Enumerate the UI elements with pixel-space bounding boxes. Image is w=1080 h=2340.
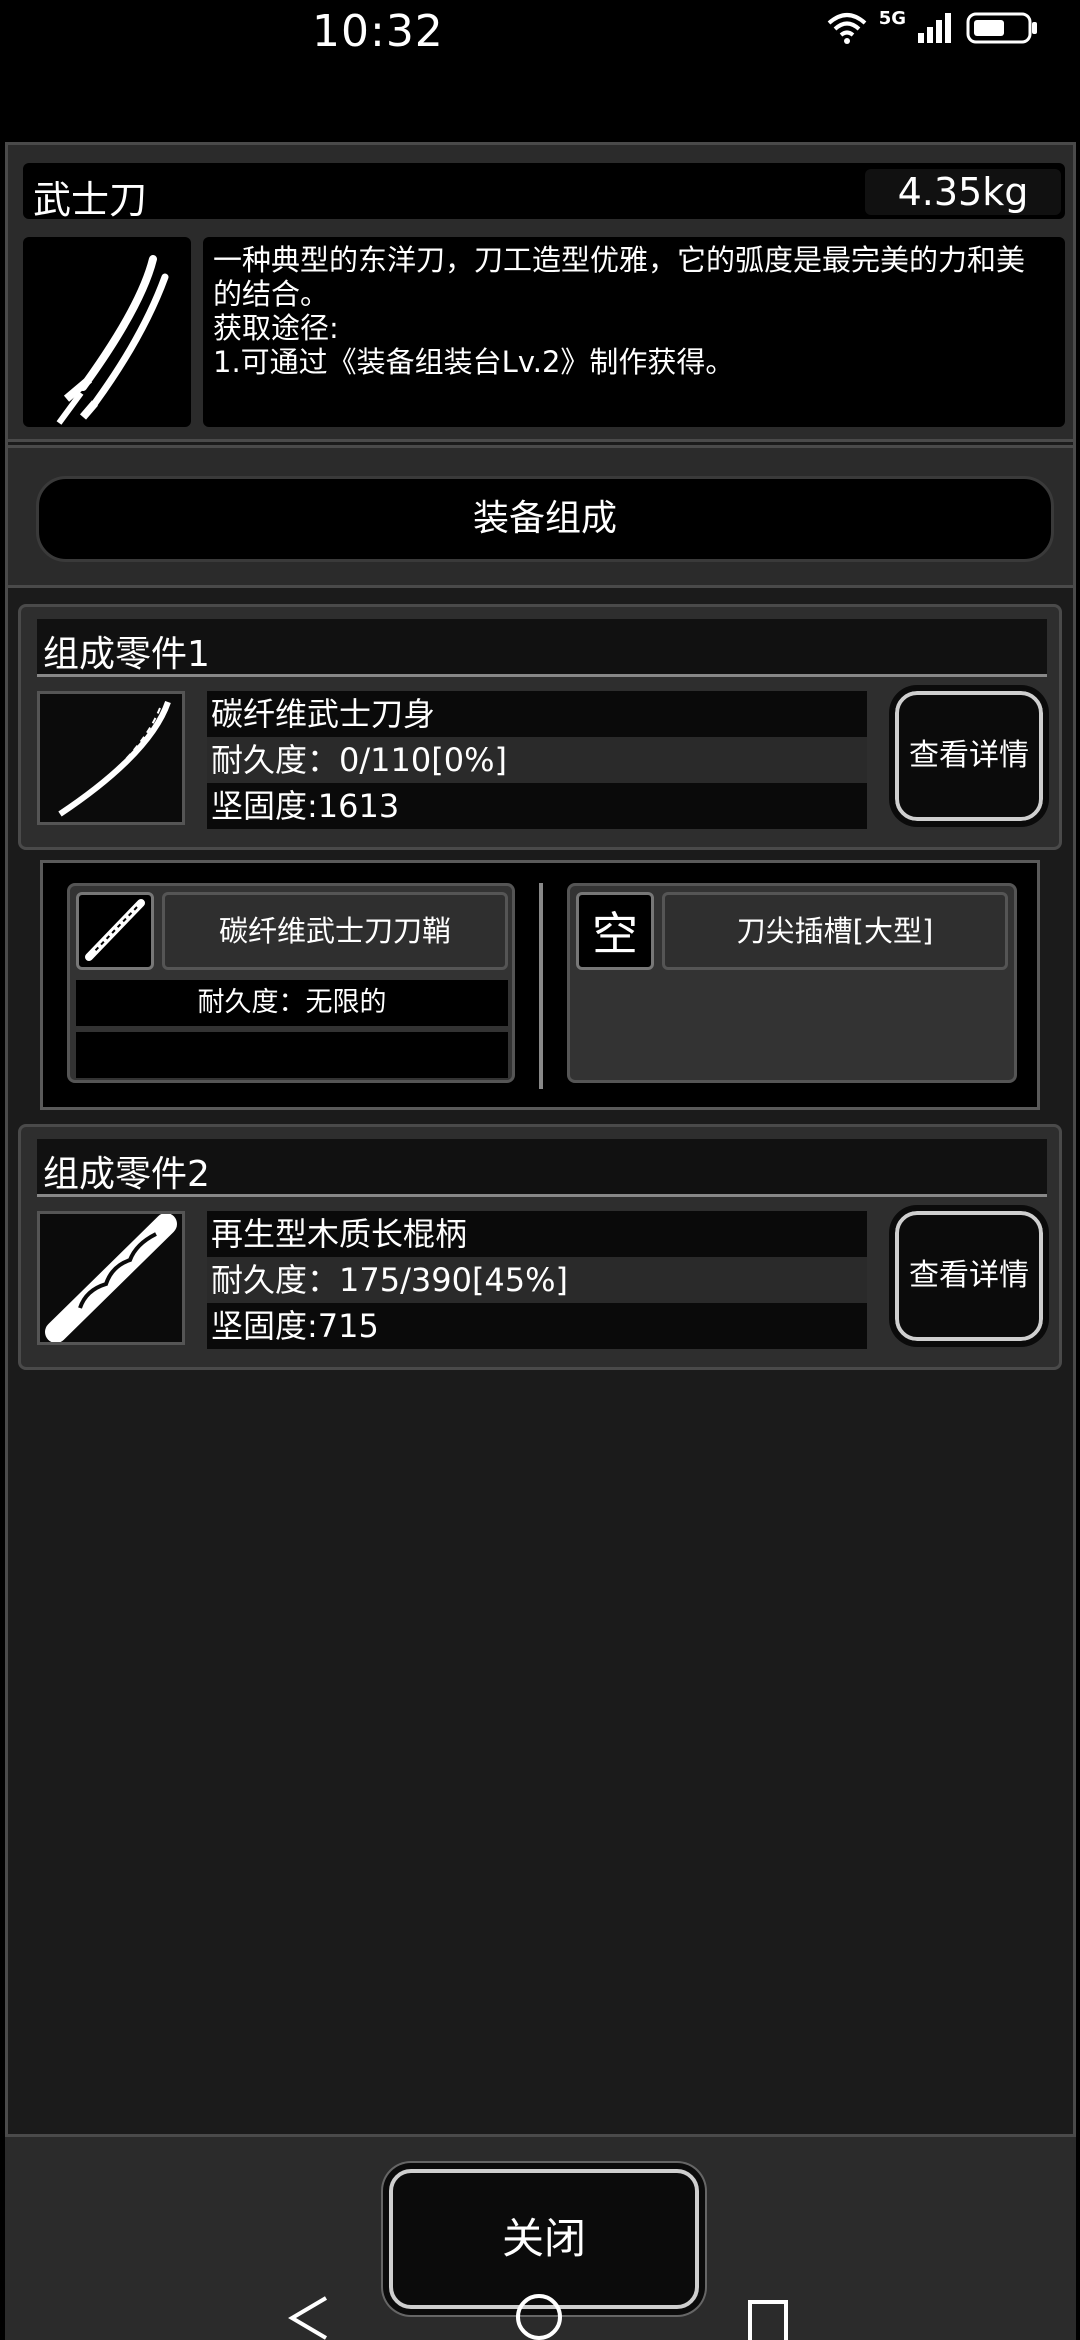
- part-hardness: 坚固度:715: [207, 1303, 867, 1349]
- sheath-icon: [76, 892, 154, 970]
- network-type: 5G: [878, 7, 906, 29]
- item-name: 武士刀: [33, 178, 148, 222]
- item-weight: 4.35kg: [865, 169, 1061, 215]
- navigation-bar: [0, 2290, 1080, 2340]
- part-header: 组成零件2: [37, 1139, 1047, 1197]
- composition-button[interactable]: 装备组成: [36, 476, 1054, 562]
- signal-icon: [918, 13, 951, 43]
- katana-icon: [23, 237, 191, 427]
- tip-slot-name: 刀尖插槽[大型]: [662, 892, 1008, 970]
- part-title: 组成零件1: [43, 634, 210, 675]
- clock: 10:32: [312, 6, 444, 57]
- sheath-slot[interactable]: 碳纤维武士刀刀鞘 耐久度：无限的: [67, 883, 515, 1083]
- recents-icon[interactable]: [746, 2298, 790, 2340]
- part-info: 碳纤维武士刀身 耐久度：0/110[0%] 坚固度:1613: [207, 691, 867, 829]
- wifi-icon: [827, 13, 867, 44]
- source-label: 获取途径:: [213, 311, 339, 345]
- battery-icon: [966, 12, 1037, 44]
- description-line: 一种典型的东洋刀，刀工造型优雅，它的弧度是最完美的力和美: [213, 243, 1026, 277]
- tip-slot[interactable]: 空 刀尖插槽[大型]: [567, 883, 1017, 1083]
- item-description: 一种典型的东洋刀，刀工造型优雅，它的弧度是最完美的力和美 的结合。 获取途径: …: [203, 237, 1065, 427]
- part-name: 再生型木质长棍柄: [207, 1211, 867, 1257]
- title-bar: 武士刀 4.35kg: [23, 163, 1065, 222]
- slot-divider: [539, 883, 543, 1089]
- part-durability: 耐久度：175/390[45%]: [207, 1257, 867, 1303]
- sheath-extra: [76, 1032, 508, 1078]
- part-hardness: 坚固度:1613: [207, 783, 867, 829]
- part-name: 碳纤维武士刀身: [207, 691, 867, 737]
- description-line: 的结合。: [213, 277, 330, 311]
- composition-section: 装备组成: [5, 445, 1076, 588]
- part-durability: 耐久度：0/110[0%]: [207, 737, 867, 783]
- sub-slots: 碳纤维武士刀刀鞘 耐久度：无限的 空 刀尖插槽[大型]: [40, 860, 1040, 1110]
- status-icons: 5G: [825, 7, 1040, 46]
- close-button[interactable]: 关闭: [389, 2169, 699, 2309]
- part-card: 组成零件2 再生型木质长棍柄 耐久度：175/390[45%] 坚固度:715 …: [18, 1124, 1062, 1370]
- part-title: 组成零件2: [43, 1154, 210, 1195]
- handle-icon: [37, 1211, 185, 1345]
- part-info: 再生型木质长棍柄 耐久度：175/390[45%] 坚固度:715: [207, 1211, 867, 1349]
- status-bar: 10:32 5G: [0, 0, 1080, 140]
- back-icon[interactable]: [286, 2294, 330, 2340]
- sheath-durability: 耐久度：无限的: [76, 980, 508, 1026]
- part-header: 组成零件1: [37, 619, 1047, 677]
- part-card: 组成零件1 碳纤维武士刀身 耐久度：0/110[0%] 坚固度:1613 查看详…: [18, 604, 1062, 850]
- home-icon[interactable]: [514, 2292, 564, 2340]
- view-details-button[interactable]: 查看详情: [892, 1208, 1046, 1344]
- item-header: 武士刀 4.35kg 一种典型的东洋刀，刀工造型优雅，它的弧度是最完美的力和美 …: [5, 142, 1076, 442]
- blade-icon: [37, 691, 185, 825]
- view-details-button[interactable]: 查看详情: [892, 688, 1046, 824]
- source-detail: 1.可通过《装备组装台Lv.2》制作获得。: [213, 345, 735, 379]
- empty-slot-icon: 空: [576, 892, 654, 970]
- sheath-name: 碳纤维武士刀刀鞘: [162, 892, 508, 970]
